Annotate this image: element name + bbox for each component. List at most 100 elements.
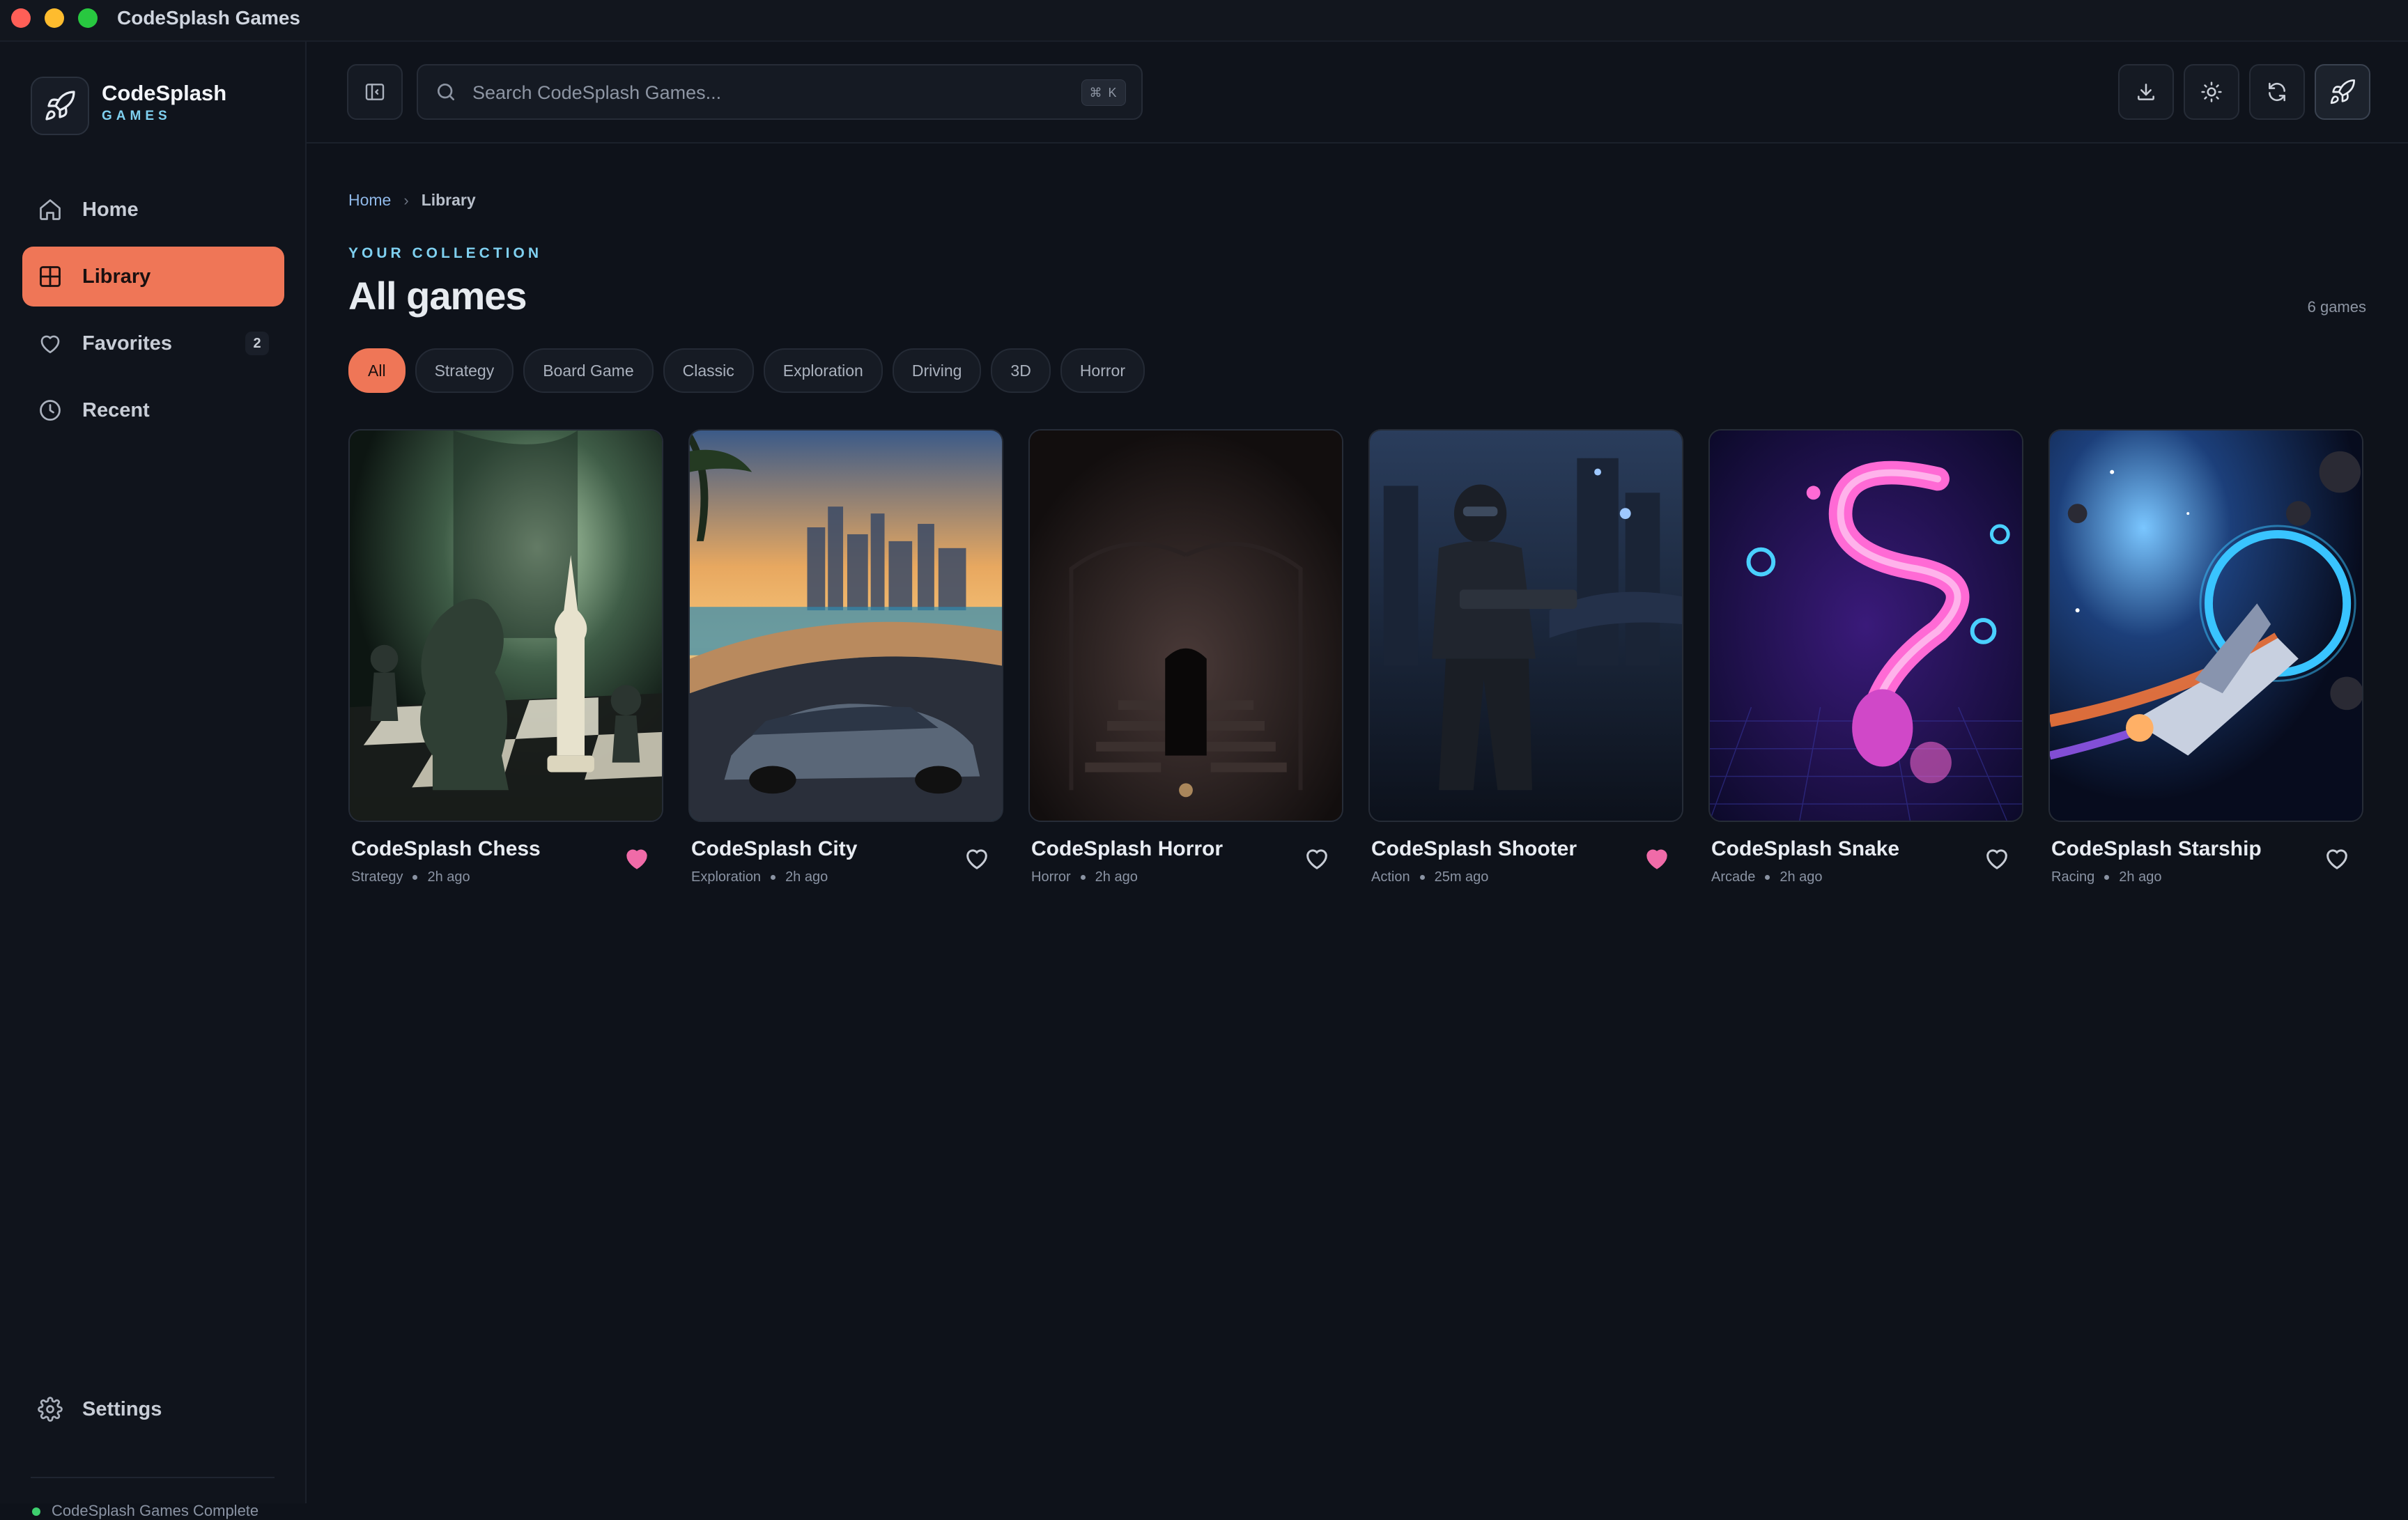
- heart-icon: [40, 335, 60, 354]
- toggle-sidebar-button[interactable]: [347, 64, 403, 120]
- game-title: CodeSplash City: [691, 837, 858, 860]
- game-genre: Strategy: [351, 869, 403, 885]
- game-title: CodeSplash Horror: [1031, 837, 1224, 860]
- favorite-heart-icon[interactable]: [1983, 844, 2011, 872]
- favorite-heart-icon[interactable]: [963, 844, 991, 872]
- game-cover-image: [688, 429, 1003, 822]
- close-window-button[interactable]: [11, 8, 31, 28]
- game-card[interactable]: CodeSplash Horror Horror 2h ago: [1028, 429, 1343, 889]
- game-title: CodeSplash Chess: [351, 837, 541, 860]
- game-cover-image: [1708, 429, 2023, 822]
- game-last-played: 2h ago: [785, 869, 828, 885]
- sun-icon: [2201, 82, 2222, 102]
- refresh-button[interactable]: [2249, 64, 2305, 120]
- filter-chip-strategy[interactable]: Strategy: [415, 348, 514, 393]
- filter-chip-classic[interactable]: Classic: [663, 348, 754, 393]
- status-indicator: [32, 1507, 40, 1516]
- game-cover-image: [2048, 429, 2363, 822]
- clock-icon: [40, 400, 61, 421]
- sidebar-item-home[interactable]: Home: [22, 180, 284, 240]
- game-cover-image: [1028, 429, 1343, 822]
- favorite-heart-icon[interactable]: [623, 844, 651, 872]
- sidebar-item-label: Library: [82, 265, 151, 288]
- status-text: CodeSplash Games Complete: [52, 1502, 259, 1519]
- launch-button[interactable]: [2315, 64, 2370, 120]
- sidebar-divider: [31, 1477, 275, 1478]
- game-cover-image: [1368, 429, 1683, 822]
- filter-chip-board-game[interactable]: Board Game: [523, 348, 654, 393]
- filter-chip-horror[interactable]: Horror: [1060, 348, 1145, 393]
- refresh-icon: [2269, 82, 2285, 102]
- game-card[interactable]: CodeSplash Shooter Action 25m ago: [1368, 429, 1683, 889]
- breadcrumb-current: Library: [421, 191, 476, 209]
- game-count: 6 games: [2307, 298, 2366, 316]
- brand-name: CodeSplash: [102, 81, 227, 105]
- game-meta: Exploration 2h ago: [691, 869, 828, 885]
- search-input[interactable]: [471, 65, 1045, 120]
- sidebar-item-label: Favorites: [82, 332, 172, 355]
- game-card[interactable]: CodeSplash Starship Racing 2h ago: [2048, 429, 2363, 889]
- game-card[interactable]: CodeSplash Chess Strategy 2h ago: [348, 429, 663, 889]
- game-title: CodeSplash Starship: [2051, 837, 2262, 860]
- breadcrumb: Home › Library: [348, 191, 476, 210]
- gear-icon: [38, 1397, 63, 1422]
- game-genre: Horror: [1031, 869, 1071, 885]
- app-logo[interactable]: [31, 77, 89, 135]
- sidebar-toggle-icon: [365, 84, 385, 100]
- top-toolbar: ⌘ K: [307, 42, 2408, 144]
- section-eyebrow: YOUR COLLECTION: [348, 245, 542, 261]
- theme-toggle-button[interactable]: [2184, 64, 2239, 120]
- search-icon: [438, 83, 454, 100]
- filter-chip-driving[interactable]: Driving: [892, 348, 982, 393]
- sidebar-item-favorites[interactable]: Favorites 2: [22, 313, 284, 373]
- game-cover-image: [348, 429, 663, 822]
- game-meta: Strategy 2h ago: [351, 869, 470, 885]
- game-last-played: 2h ago: [1780, 869, 1823, 885]
- sidebar: CodeSplash GAMES Home Library Favorites …: [0, 42, 307, 1519]
- rocket-icon: [45, 91, 75, 121]
- favorite-heart-icon[interactable]: [1643, 844, 1671, 872]
- window-title: CodeSplash Games: [117, 7, 300, 29]
- chevron-right-icon: ›: [403, 191, 409, 209]
- brand-subtitle: GAMES: [102, 109, 171, 123]
- search-bar[interactable]: ⌘ K: [417, 64, 1143, 120]
- download-icon: [2138, 84, 2154, 100]
- zoom-window-button[interactable]: [78, 8, 98, 28]
- game-last-played: 25m ago: [1434, 869, 1489, 885]
- filter-chip-3d[interactable]: 3D: [991, 348, 1051, 393]
- game-title: CodeSplash Snake: [1711, 837, 1900, 860]
- filter-chip-all[interactable]: All: [348, 348, 406, 393]
- window-titlebar: CodeSplash Games: [0, 0, 2408, 42]
- game-genre: Exploration: [691, 869, 762, 885]
- sidebar-item-recent[interactable]: Recent: [22, 380, 284, 440]
- minimize-window-button[interactable]: [45, 8, 64, 28]
- game-meta: Action 25m ago: [1371, 869, 1488, 885]
- game-genre: Racing: [2051, 869, 2095, 885]
- favorites-count-badge: 2: [245, 332, 269, 355]
- game-last-played: 2h ago: [427, 869, 470, 885]
- sidebar-item-label: Settings: [82, 1397, 162, 1420]
- filter-chips: All Strategy Board Game Classic Explorat…: [348, 348, 1145, 393]
- breadcrumb-home-link[interactable]: Home: [348, 191, 391, 210]
- game-card[interactable]: CodeSplash City Exploration 2h ago: [688, 429, 1003, 889]
- rocket-icon: [2330, 79, 2355, 104]
- game-meta: Arcade 2h ago: [1711, 869, 1823, 885]
- search-shortcut-hint: ⌘ K: [1081, 79, 1126, 106]
- game-last-played: 2h ago: [1095, 869, 1138, 885]
- game-last-played: 2h ago: [2119, 869, 2162, 885]
- game-meta: Racing 2h ago: [2051, 869, 2161, 885]
- page-title: All games: [348, 274, 527, 318]
- filter-chip-exploration[interactable]: Exploration: [763, 348, 883, 393]
- game-genre: Action: [1371, 869, 1410, 885]
- game-card[interactable]: CodeSplash Snake Arcade 2h ago: [1708, 429, 2023, 889]
- grid-icon: [40, 266, 61, 287]
- favorite-heart-icon[interactable]: [1303, 844, 1331, 872]
- game-grid: CodeSplash Chess Strategy 2h ago CodeSpl…: [348, 429, 2363, 889]
- sidebar-item-label: Recent: [82, 398, 150, 421]
- game-title: CodeSplash Shooter: [1371, 837, 1577, 860]
- sidebar-item-library[interactable]: Library: [22, 247, 284, 307]
- download-button[interactable]: [2118, 64, 2174, 120]
- favorite-heart-icon[interactable]: [2323, 844, 2351, 872]
- sidebar-item-settings[interactable]: Settings: [22, 1379, 284, 1439]
- sidebar-item-label: Home: [82, 198, 139, 221]
